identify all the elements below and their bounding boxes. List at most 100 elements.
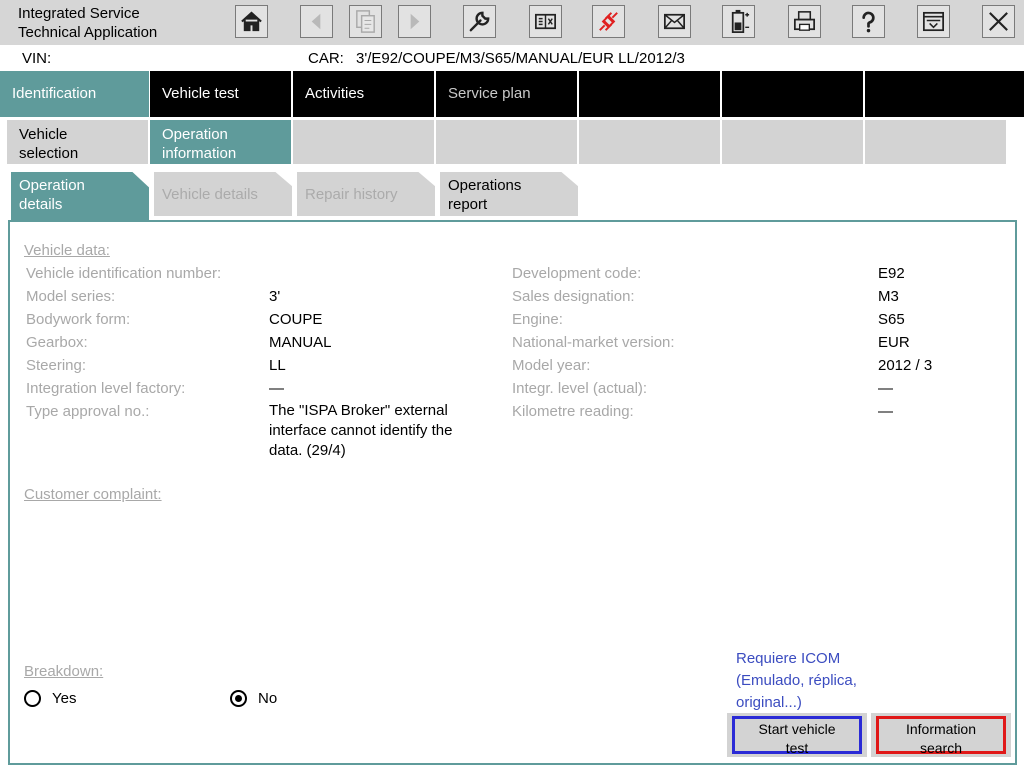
subtab-vehicle-selection[interactable]: Vehicle selection (7, 120, 148, 164)
subtab-label-line2: selection (19, 145, 79, 162)
information-search-line2: search (919, 740, 963, 756)
engine-label: Engine: (512, 311, 563, 328)
dtab-label-line2: report (448, 196, 488, 213)
wrench-button[interactable] (463, 5, 496, 38)
steering-label: Steering: (26, 357, 87, 374)
close-button[interactable] (982, 5, 1015, 38)
tab-operations-report[interactable]: Operations report (440, 172, 578, 216)
dtab-label-line1: Operations (448, 177, 522, 194)
forward-button[interactable] (398, 5, 431, 38)
engine-value: S65 (878, 311, 905, 328)
subtab-label-line1: Vehicle (19, 126, 68, 143)
bodywork-form-label: Bodywork form: (26, 311, 131, 328)
vin-row: VIN: CAR: 3'/E92/COUPE/M3/S65/MANUAL/EUR… (0, 45, 1024, 71)
start-vehicle-test-highlight: Start vehicle test (732, 716, 862, 756)
vehicle-data-title: Vehicle data: (24, 242, 110, 259)
start-vehicle-test-button[interactable]: Start vehicle test (727, 713, 867, 757)
help-button[interactable] (852, 5, 885, 38)
home-button[interactable] (235, 5, 268, 38)
tab-vehicle-details[interactable]: Vehicle details (154, 172, 292, 216)
home-icon (241, 11, 262, 32)
tab-empty-7 (865, 71, 1024, 117)
tab-repair-history[interactable]: Repair history (297, 172, 435, 216)
sub-tabs: Vehicle selection Operation information (0, 117, 1024, 164)
wrench-icon (469, 11, 490, 32)
forward-icon (410, 13, 420, 30)
copy-button[interactable] (349, 5, 382, 38)
start-vehicle-test-line1: Start vehicle (758, 721, 836, 737)
detail-tabs: Operation details Vehicle details Repair… (0, 170, 1024, 220)
information-search-highlight: Information search (876, 716, 1006, 756)
tab-identification[interactable]: Identification (0, 71, 149, 117)
model-year-label: Model year: (512, 357, 591, 374)
dropdown-panel-icon (922, 11, 945, 32)
car-label: CAR: (308, 50, 344, 67)
breakdown-title: Breakdown: (24, 663, 104, 680)
tab-activities[interactable]: Activities (293, 71, 434, 117)
compare-icon (534, 13, 557, 30)
integration-level-actual-label: Integr. level (actual): (512, 380, 648, 397)
breakdown-yes-radio[interactable] (24, 690, 41, 707)
tab-vehicle-test[interactable]: Vehicle test (150, 71, 291, 117)
print-icon (793, 11, 816, 31)
dropdown-panel-button[interactable] (917, 5, 950, 38)
start-vehicle-test-line2: test (785, 740, 809, 756)
connection-button[interactable] (592, 5, 625, 38)
subtab-empty-3 (293, 120, 434, 164)
tab-empty-6 (722, 71, 863, 117)
tab-empty-5 (579, 71, 720, 117)
icom-requirement-note: Requiere ICOM (Emulado, réplica, origina… (736, 648, 886, 714)
subtab-empty-4 (436, 120, 577, 164)
breakdown-yes-label[interactable]: Yes (52, 690, 76, 707)
help-icon (862, 11, 875, 33)
tab-operation-details[interactable]: Operation details (11, 172, 149, 220)
mail-button[interactable] (658, 5, 691, 38)
subtab-empty-5 (579, 120, 720, 164)
toolbar: Integrated Service Technical Application (0, 0, 1024, 45)
back-button[interactable] (300, 5, 333, 38)
national-market-version-value: EUR (878, 334, 910, 351)
subtab-label-line1: Operation (162, 126, 228, 143)
operation-details-panel: Vehicle data: Vehicle identification num… (8, 220, 1017, 765)
customer-complaint-title: Customer complaint: (24, 486, 162, 503)
dtab-label-line1: Repair history (305, 186, 398, 203)
type-approval-label: Type approval no.: (26, 403, 150, 420)
information-search-button[interactable]: Information search (871, 713, 1011, 757)
battery-icon (731, 9, 750, 33)
national-market-version-label: National-market version: (512, 334, 675, 351)
gearbox-value: MANUAL (269, 334, 332, 351)
app-title: Integrated Service Technical Application (18, 4, 157, 42)
connection-icon (599, 12, 618, 31)
app-title-line2: Technical Application (18, 24, 158, 41)
compare-button[interactable] (529, 5, 562, 38)
model-year-value: 2012 / 3 (878, 357, 933, 374)
mail-icon (663, 13, 686, 30)
vin-label: VIN: (22, 50, 52, 67)
print-button[interactable] (788, 5, 821, 38)
gearbox-label: Gearbox: (26, 334, 88, 351)
radio-selected-dot (235, 695, 242, 702)
development-code-value: E92 (878, 265, 905, 282)
subtab-operation-information[interactable]: Operation information (150, 120, 291, 164)
main-tabs: Identification Vehicle test Activities S… (0, 71, 1024, 117)
subtab-empty-6 (722, 120, 863, 164)
subtab-label-line2: information (162, 145, 237, 162)
breakdown-no-radio[interactable] (230, 690, 247, 707)
integration-level-actual-value: — (878, 380, 893, 397)
battery-button[interactable] (722, 5, 755, 38)
type-approval-line: interface cannot identify the (269, 422, 453, 439)
steering-value: LL (269, 357, 286, 374)
model-series-label: Model series: (26, 288, 116, 305)
sales-designation-label: Sales designation: (512, 288, 635, 305)
app-title-line1: Integrated Service (18, 5, 140, 22)
car-value: 3'/E92/COUPE/M3/S65/MANUAL/EUR LL/2012/3 (356, 50, 685, 67)
information-search-line1: Information (905, 721, 977, 737)
subtab-empty-7 (865, 120, 1006, 164)
bodywork-form-value: COUPE (269, 311, 323, 328)
back-icon (311, 13, 321, 30)
sales-designation-value: M3 (878, 288, 899, 305)
breakdown-no-label[interactable]: No (258, 690, 277, 707)
model-series-value: 3' (269, 288, 281, 305)
tab-service-plan[interactable]: Service plan (436, 71, 577, 117)
note-line: (Emulado, réplica, (736, 672, 857, 689)
